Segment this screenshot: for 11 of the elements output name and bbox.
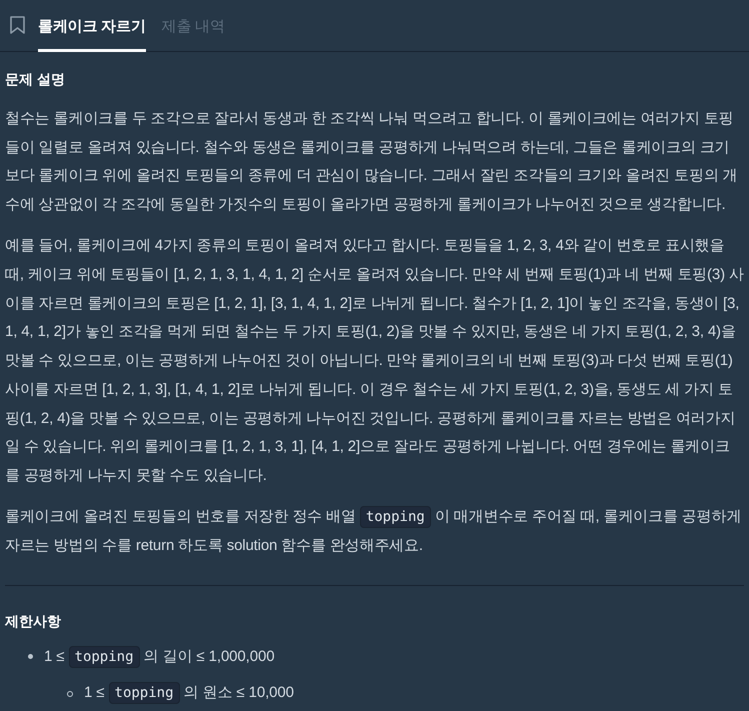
- section-heading: 제한사항: [5, 612, 62, 631]
- description-paragraph: 롤케이크에 올려진 토핑들의 번호를 저장한 정수 배열 topping 이 매개변수로 주어질 때, 롤케이크를 공평하게 자르는 방법의 수를 return 하도록 solution 함수를 완성해주세요.: [5, 505, 742, 556]
- tab[interactable]: 롤케이크 자르기: [38, 0, 146, 52]
- bullet-icon: [28, 654, 33, 660]
- section-heading: 문제 설명: [5, 70, 66, 89]
- constraint-text: 1 ≤ topping 의 길이 ≤ 1,000,000: [44, 642, 274, 672]
- bookmark-icon[interactable]: [10, 16, 25, 34]
- constraint-text: 1 ≤ topping 의 원소 ≤ 10,000: [84, 679, 294, 708]
- bullet-icon: [67, 690, 73, 697]
- description-paragraph: 예를 들어, 롤케이크에 4가지 종류의 토핑이 올려져 있다고 합시다. 토핑들을 1, 2, 3, 4와 같이 번호로 표시했을 때, 케이크 위에 토핑들이 [1, 2, 1, 3, 1, 4, 1, 2] 순서로 올려져 있습니다. 만약 세 번째 토핑(1)과 네 번째 토핑(3) 사이를 자르면 롤케이크의 토핑은 [1, 2, 1], [3, 1, 4, 1, 2]로 나뉘게 됩니다. 철수가 [1, 2, 1]이 놓인 조각을, 동생이 [3, 1, 4, 1, 2]가 놓인 조각을 먹게 되면 철수는 두 가지 토핑(1, 2)을 맛볼 수 있지만, 동생은 네 가지 토핑(1, 2, 3, 4)을 맛볼 수 있으므로, 이는 공평하게 나누어진 것이 아닙니다. 만약 롤케이크의 네 번째 토핑(3)과 다섯 번째 토핑(1) 사이를 자르면 [1, 2, 1, 3], [1, 4, 1, 2]로 나뉘게 됩니다. 이 경우 철수는 세 가지 토핑(1, 2, 3)을, 동생도 세 가지 토핑(1, 2, 4)을 맛볼 수 있으므로, 이는 공평하게 나누어진 것입니다. 공평하게 롤케이크를 자르는 방법은 여러가지 일 수 있습니다. 위의 롤케이크를 [1, 2, 1, 3, 1], [4, 1, 2]으로 잘라도 공평하게 나뉩니다. 어떤 경우에는 롤케이크를 공평하게 나누지 못할 수도 있습니다.: [5, 236, 744, 486]
- description-paragraph: 철수는 롤케이크를 두 조각으로 잘라서 동생과 한 조각씩 나눠 먹으려고 합니다. 이 롤케이크에는 여러가지 토핑들이 일렬로 올려져 있습니다. 철수와 동생은 롤케이크를 공평하게 나눠먹으려 하는데, 그들은 롤케이크의 크기보다 롤케이크 위에 올려진 토핑들의 종류에 더 관심이 많습니다. 그래서 잘린 조각들의 크기와 올려진 토핑의 개수에 상관없이 각 조각에 동일한 가짓수의 토핑이 올라가면 공평하게 롤케이크가 나누어진 것으로 생각합니다.: [5, 109, 739, 216]
